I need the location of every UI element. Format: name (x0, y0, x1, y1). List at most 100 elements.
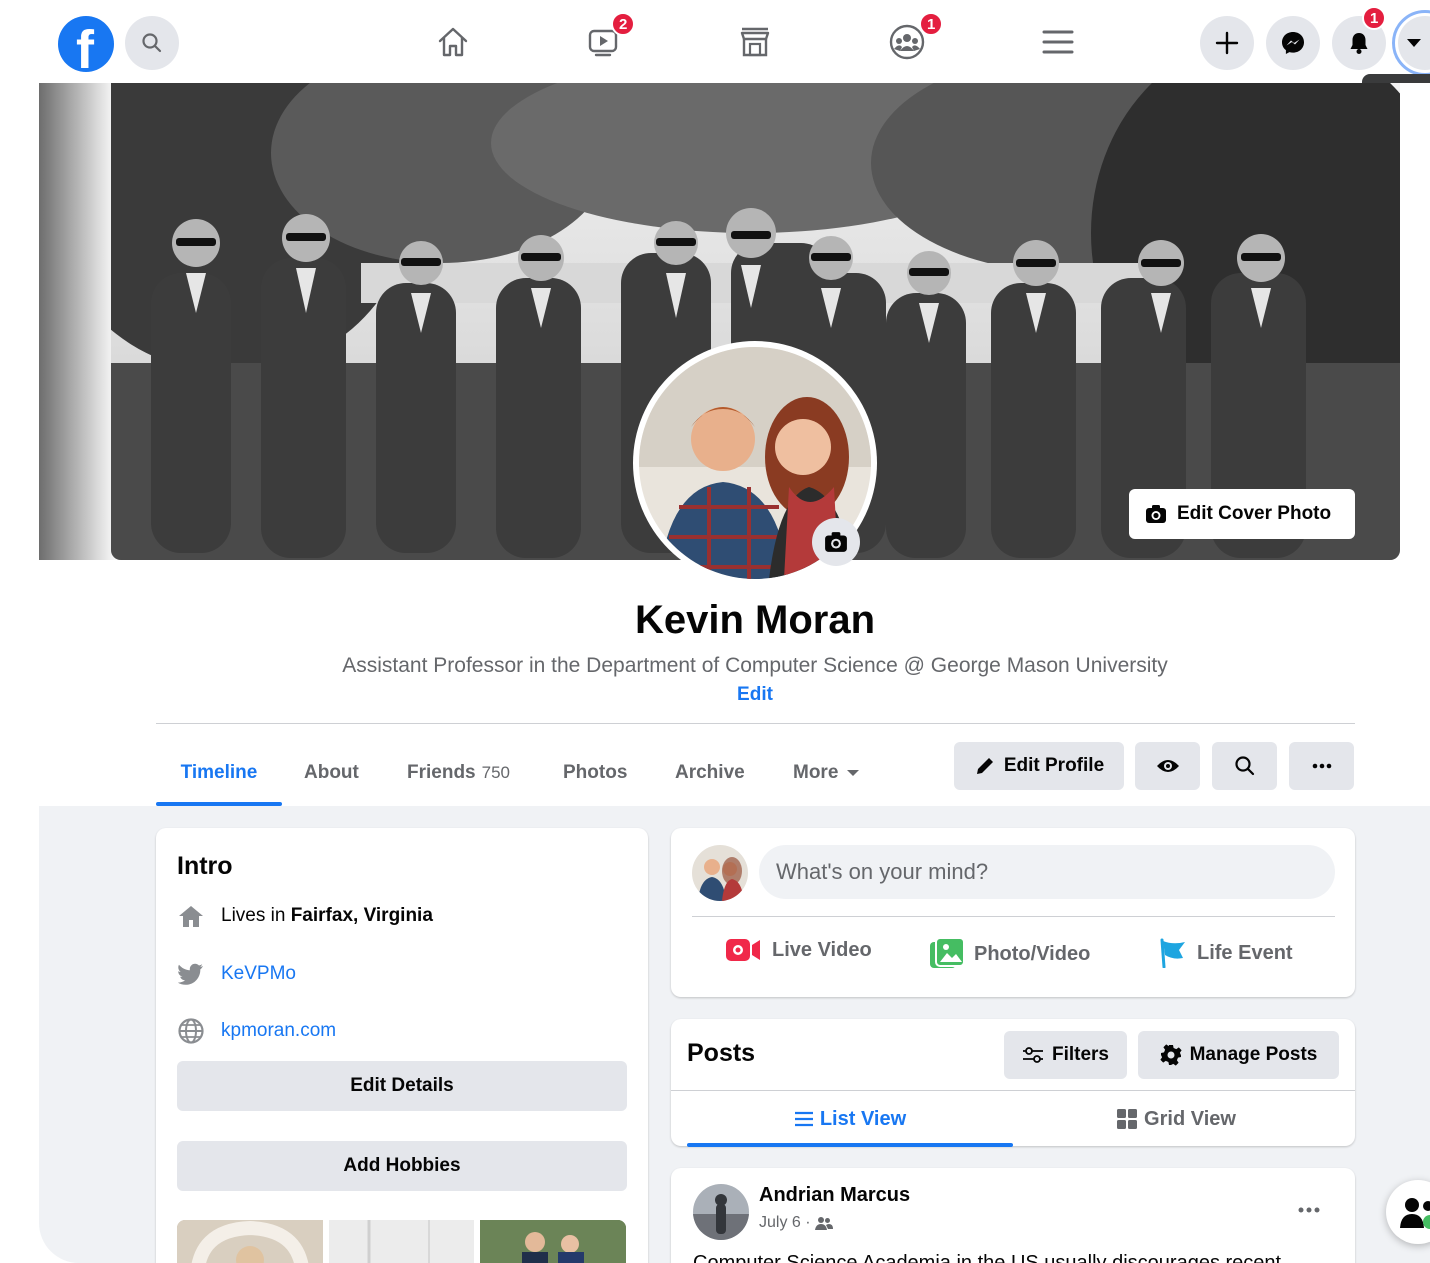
account-button[interactable] (1392, 10, 1430, 76)
grid-view-tab[interactable]: Grid View (1013, 1091, 1339, 1147)
add-hobbies-label: Add Hobbies (343, 1155, 461, 1176)
list-view-tab[interactable]: List View (687, 1091, 1013, 1147)
edit-profile-button[interactable]: Edit Profile (954, 742, 1124, 790)
live-video-button[interactable]: Live Video (726, 938, 872, 962)
camera-icon (1146, 505, 1166, 523)
hamburger-menu-icon (1042, 30, 1074, 54)
plus-icon (1215, 31, 1239, 55)
posts-header-card: Posts Filters Manage Posts List View Gri… (671, 1019, 1355, 1147)
notifications-badge: 1 (1362, 6, 1387, 30)
tab-photos[interactable]: Photos (563, 740, 627, 806)
lives-in-place[interactable]: Fairfax, Virginia (291, 905, 433, 927)
tab-archive-label: Archive (675, 762, 745, 783)
tab-friends-label: Friends (407, 762, 476, 783)
messenger-button[interactable] (1266, 16, 1320, 70)
photo-video-label: Photo/Video (974, 942, 1091, 965)
lives-in-prefix: Lives in (221, 905, 291, 926)
marketplace-icon (740, 27, 770, 57)
photo-video-button[interactable]: Photo/Video (930, 938, 1090, 970)
gear-icon (1160, 1044, 1182, 1066)
tab-about[interactable]: About (304, 740, 359, 806)
nav-marketplace[interactable] (733, 20, 777, 64)
tab-more[interactable]: More (793, 740, 860, 806)
caret-down-icon (1407, 39, 1421, 47)
flag-icon (1160, 938, 1185, 968)
tab-archive[interactable]: Archive (675, 740, 745, 806)
globe-icon (177, 1017, 205, 1045)
list-icon (794, 1111, 813, 1127)
search-profile-button[interactable] (1212, 742, 1277, 790)
top-navigation-bar: f 2 1 1 (0, 0, 1430, 83)
profile-name: Kevin Moran (634, 598, 876, 642)
filters-label: Filters (1051, 1044, 1110, 1065)
friends-count: 750 (481, 763, 510, 782)
composer-avatar-image (692, 845, 748, 901)
live-video-label: Live Video (772, 938, 872, 961)
more-dots-icon (1298, 1207, 1320, 1213)
eye-icon (1156, 760, 1179, 772)
twitter-icon (177, 960, 205, 988)
post-author-avatar[interactable] (693, 1184, 749, 1240)
tab-friends[interactable]: Friends 750 (407, 740, 510, 806)
whats-on-your-mind-input[interactable]: What's on your mind? (759, 845, 1335, 899)
featured-photo[interactable] (329, 1220, 474, 1263)
photo-video-icon (930, 938, 964, 968)
post-options-button[interactable] (1289, 1192, 1329, 1228)
intro-card: Intro Lives in Fairfax, Virginia KeVPMo … (156, 828, 648, 1263)
composer-placeholder: What's on your mind? (776, 859, 989, 884)
more-dots-icon (1312, 763, 1331, 769)
edit-details-button[interactable]: Edit Details (177, 1061, 627, 1111)
live-video-icon (726, 939, 760, 961)
tab-timeline[interactable]: Timeline (156, 740, 282, 806)
featured-photo[interactable] (480, 1220, 626, 1263)
manage-posts-label: Manage Posts (1189, 1044, 1318, 1065)
facebook-logo-letter: f (76, 20, 94, 72)
nav-groups[interactable]: 1 (885, 12, 944, 64)
facebook-logo[interactable]: f (58, 16, 114, 72)
messenger-icon (1282, 32, 1304, 54)
home-icon (177, 902, 205, 930)
more-options-button[interactable] (1289, 742, 1354, 790)
nav-menu[interactable] (1036, 20, 1080, 64)
grid-icon (1117, 1109, 1138, 1129)
post-card: Andrian Marcus July 6 · Computer Science… (671, 1168, 1355, 1263)
composer-avatar[interactable] (692, 845, 748, 901)
twitter-handle-link[interactable]: KeVPMo (221, 963, 296, 985)
filters-button[interactable]: Filters (1004, 1031, 1127, 1079)
caret-down-icon (847, 770, 860, 776)
bell-icon (1350, 33, 1368, 54)
friends-icon (1400, 1198, 1430, 1229)
edit-bio-link[interactable]: Edit (0, 684, 1430, 706)
edit-profile-label: Edit Profile (1003, 755, 1105, 776)
posts-title: Posts (687, 1039, 756, 1067)
friends-audience-icon (815, 1217, 834, 1230)
post-text: Computer Science Academia in the US usua… (693, 1252, 1282, 1263)
notifications-button[interactable]: 1 (1332, 6, 1387, 70)
featured-photo-image (329, 1220, 474, 1263)
profile-bio: Assistant Professor in the Department of… (342, 654, 1168, 677)
life-event-button[interactable]: Life Event (1159, 938, 1293, 968)
update-profile-picture-button[interactable] (812, 518, 860, 566)
view-as-button[interactable] (1135, 742, 1200, 790)
post-author-name[interactable]: Andrian Marcus (759, 1184, 910, 1207)
filters-icon (1022, 1047, 1043, 1063)
manage-posts-button[interactable]: Manage Posts (1138, 1031, 1339, 1079)
list-view-label: List View (819, 1107, 907, 1130)
post-date[interactable]: July 6 · (759, 1214, 815, 1232)
featured-photo-image (177, 1220, 323, 1263)
nav-home[interactable] (431, 20, 475, 64)
search-button[interactable] (125, 16, 179, 70)
groups-badge: 1 (919, 12, 944, 36)
website-link[interactable]: kpmoran.com (221, 1020, 336, 1042)
post-author-avatar-image (693, 1184, 749, 1240)
grid-view-label: Grid View (1144, 1107, 1236, 1130)
add-hobbies-button[interactable]: Add Hobbies (177, 1141, 627, 1191)
featured-photo[interactable] (177, 1220, 323, 1263)
post-composer-card: What's on your mind? Live Video Photo/Vi… (671, 828, 1355, 997)
composer-divider (692, 916, 1335, 917)
intro-lives-in: Lives in Fairfax, Virginia (177, 902, 433, 930)
create-button[interactable] (1200, 16, 1254, 70)
edit-cover-photo-button[interactable]: Edit Cover Photo (1129, 489, 1355, 539)
active-view-indicator (687, 1143, 1013, 1147)
nav-watch[interactable]: 2 (581, 12, 636, 64)
